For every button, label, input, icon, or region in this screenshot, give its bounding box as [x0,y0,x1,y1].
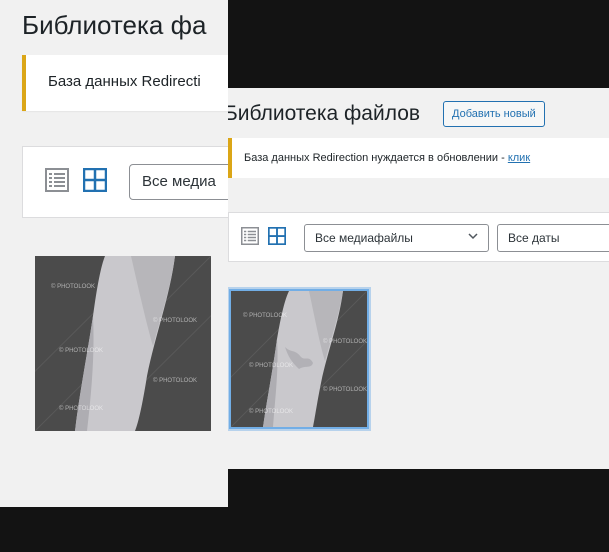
date-select-value: Все даты [508,231,560,245]
media-type-select[interactable]: Все медиа [129,164,228,200]
leg-photo [35,256,211,431]
list-view-icon[interactable] [241,227,259,250]
grid-view-icon[interactable] [267,226,287,250]
media-type-select[interactable]: Все медиафайлы [304,224,489,252]
page-title: Библиотека файлов [228,102,421,125]
watermark: © PHOTOLOOK [153,318,197,324]
page-title: Библиотека фа [22,10,207,40]
media-type-select-value: Все медиафайлы [315,231,413,245]
notice-text: База данных Redirecti [48,73,201,90]
redirection-notice: База данных Redirecti [22,55,228,111]
add-new-button[interactable]: Добавить новый [443,101,545,127]
notice-message: База данных Redirection нуждается в обно… [244,152,508,164]
date-select[interactable]: Все даты [497,224,609,252]
watermark: © PHOTOLOOK [323,339,367,345]
watermark: © PHOTOLOOK [323,387,367,393]
list-view-icon[interactable] [45,168,69,197]
grid-view-icon[interactable] [82,167,108,197]
media-thumbnail-selected[interactable]: © PHOTOLOOK © PHOTOLOOK © PHOTOLOOK © PH… [229,289,369,429]
chevron-down-icon [466,229,480,243]
back-screenshot: Библиотека фа База данных Redirecti Все … [0,0,228,507]
media-toolbar: Все медиафайлы Все даты [228,212,609,262]
media-type-select-value: Все медиа [142,173,216,190]
watermark: © PHOTOLOOK [243,313,287,319]
watermark: © PHOTOLOOK [59,348,103,354]
watermark: © PHOTOLOOK [249,409,293,415]
notice-update-link[interactable]: клик [508,152,530,164]
redirection-notice: База данных Redirection нуждается в обно… [228,138,609,178]
front-screenshot: Библиотека файлов Добавить новый База да… [228,88,609,469]
watermark: © PHOTOLOOK [51,284,95,290]
watermark: © PHOTOLOOK [153,378,197,384]
leg-photo [231,291,367,427]
notice-text: База данных Redirection нуждается в обно… [244,152,530,164]
media-thumbnail[interactable]: © PHOTOLOOK © PHOTOLOOK © PHOTOLOOK © PH… [35,256,211,431]
watermark: © PHOTOLOOK [59,406,103,412]
watermark: © PHOTOLOOK [249,363,293,369]
media-toolbar: Все медиа [22,146,228,218]
